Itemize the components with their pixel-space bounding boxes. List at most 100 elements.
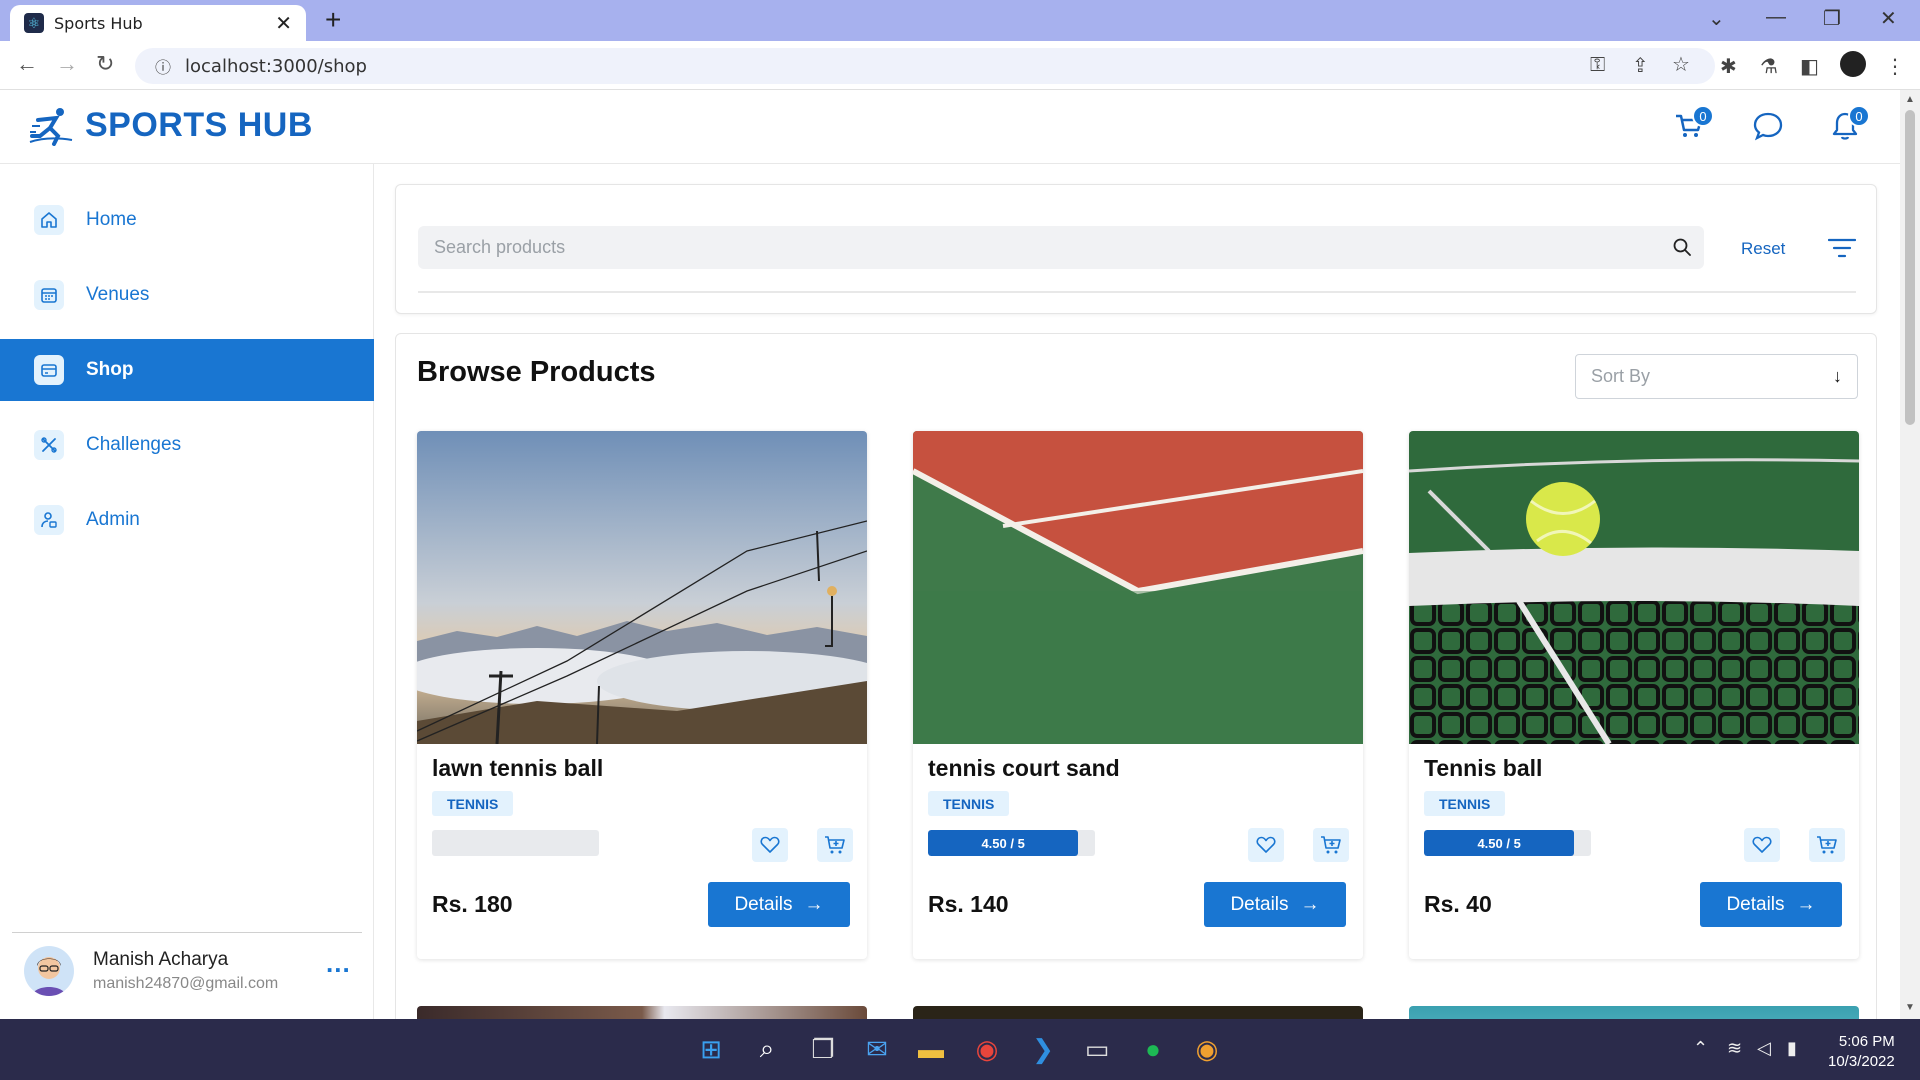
category-tag: TENNIS [1424,791,1506,816]
divider [418,291,1856,293]
wishlist-button[interactable] [1744,828,1780,862]
forward-icon[interactable]: → [56,51,78,77]
sidebar-item-admin[interactable]: Admin [0,489,374,551]
product-card: tennis court sand TENNIS 4.50 / 5 Rs. 14… [913,431,1363,959]
address-bar[interactable]: ⓘ localhost:3000/shop [135,48,1715,84]
taskbar-clock[interactable]: 5:06 PM 10/3/2022 [1828,1032,1895,1072]
rating-bar: 4.50 / 5 [1424,830,1591,856]
extensions-icon[interactable]: ✱ [1720,54,1737,79]
site-info-icon[interactable]: ⓘ [155,54,171,78]
battery-icon[interactable]: ▮ [1787,1038,1797,1059]
app-header: SPORTS HUB 0 0 [0,90,1900,164]
close-tab-icon[interactable]: ✕ [275,11,292,36]
bookmark-star-icon[interactable]: ☆ [1672,52,1690,77]
product-name[interactable]: tennis court sand [928,755,1120,782]
product-name[interactable]: lawn tennis ball [432,755,603,782]
back-icon[interactable]: ← [16,51,38,77]
close-window-icon[interactable]: ✕ [1880,6,1897,31]
vscode-icon[interactable]: ❯ [1026,1032,1060,1066]
minimize-icon[interactable]: — [1766,6,1786,29]
wifi-icon[interactable]: ≋ [1727,1038,1742,1059]
user-more-button[interactable]: ... [326,948,351,979]
search-box [418,226,1704,269]
reset-button[interactable]: Reset [1741,239,1785,259]
product-price: Rs. 40 [1424,891,1492,917]
product-price: Rs. 180 [432,891,513,917]
os-taskbar: ⊞ ⌕ ❐ ✉ ▬ ◉ ❯ ▭ ● ◉ ⌃ ≋ ◁ ▮ 5:06 PM 10/3… [0,1019,1920,1080]
sort-select[interactable]: Sort By ↓ [1575,354,1858,399]
new-tab-icon[interactable]: + [325,4,341,36]
add-to-cart-button[interactable] [1313,828,1349,862]
add-to-cart-button[interactable] [817,828,853,862]
browser-tab[interactable]: ⚛ Sports Hub ✕ [10,5,306,41]
file-explorer-icon[interactable]: ▬ [914,1032,948,1066]
volume-icon[interactable]: ◁ [1757,1038,1771,1059]
heart-icon [1752,836,1772,853]
mail-icon[interactable]: ✉ [860,1032,894,1066]
password-key-icon[interactable]: ⚿ [1590,54,1605,77]
details-button[interactable]: Details → [708,882,850,927]
cart-plus-icon [825,836,845,854]
details-button[interactable]: Details → [1204,882,1346,927]
avatar[interactable] [24,946,74,996]
rating-bar [432,830,599,856]
category-tag: TENNIS [432,791,514,816]
product-image-tennis-court[interactable] [913,431,1363,744]
side-panel-icon[interactable]: ◧ [1800,54,1819,79]
sidebar-item-label: Challenges [86,434,182,455]
lab-flask-icon[interactable]: ⚗ [1760,54,1778,79]
chrome-icon[interactable]: ◉ [970,1032,1004,1066]
filter-icon[interactable] [1828,238,1856,258]
home-icon [34,205,64,235]
restore-icon[interactable]: ❐ [1823,6,1841,31]
add-to-cart-button[interactable] [1809,828,1845,862]
sort-placeholder: Sort By [1591,366,1651,386]
task-view-icon[interactable]: ❐ [806,1032,840,1066]
details-label: Details [734,893,793,915]
user-name: Manish Acharya [93,949,229,970]
arrow-right-icon: → [1300,893,1320,915]
search-icon[interactable]: ⌕ [750,1032,784,1066]
search-input[interactable] [418,226,1618,269]
wishlist-button[interactable] [1248,828,1284,862]
browser-tab-bar: ⚛ Sports Hub ✕ + ⌄ — ❐ ✕ [0,0,1920,41]
chrome-menu-icon[interactable]: ⋮ [1885,54,1905,79]
category-tag: TENNIS [928,791,1010,816]
wishlist-button[interactable] [752,828,788,862]
spotify-icon[interactable]: ● [1136,1032,1170,1066]
sidebar-item-home[interactable]: Home [0,189,374,251]
runner-logo-icon [29,108,73,146]
details-button[interactable]: Details → [1700,882,1842,927]
arrow-down-icon: ↓ [1833,366,1842,386]
product-image-tennis-ball-net[interactable] [1409,431,1859,744]
chat-icon[interactable] [1752,110,1784,142]
product-price: Rs. 140 [928,891,1009,917]
scroll-thumb[interactable] [1905,110,1915,425]
product-image-mountain-lift[interactable] [417,431,867,744]
profile-avatar-icon[interactable] [1840,51,1866,77]
scroll-down-icon[interactable]: ▼ [1905,1002,1915,1013]
product-name[interactable]: Tennis ball [1424,755,1542,782]
product-card: Tennis ball TENNIS 4.50 / 5 Rs. 40 Detai… [1409,431,1859,959]
sidebar-item-venues[interactable]: Venues [0,264,374,326]
react-favicon-icon: ⚛ [24,13,44,33]
reload-icon[interactable]: ↻ [96,51,114,77]
clock-date: 10/3/2022 [1828,1053,1895,1070]
sidebar-item-challenges[interactable]: Challenges [0,414,374,476]
details-label: Details [1726,893,1785,915]
clock-time: 5:06 PM [1838,1033,1895,1050]
logo-text[interactable]: SPORTS HUB [85,106,313,145]
arrow-right-icon: → [804,893,824,915]
cart-count-badge: 0 [1692,105,1714,127]
card-icon [34,355,64,385]
tab-search-icon[interactable]: ⌄ [1708,6,1725,31]
windows-start-icon[interactable]: ⊞ [694,1032,728,1066]
search-icon[interactable] [1672,237,1692,257]
sidebar-item-shop[interactable]: Shop [0,339,374,401]
terminal-icon[interactable]: ▭ [1080,1032,1114,1066]
page-scrollbar[interactable]: ▲ ▼ [1900,90,1920,1019]
scroll-up-icon[interactable]: ▲ [1905,94,1915,105]
share-icon[interactable]: ⇪ [1632,53,1649,78]
tray-chevron-icon[interactable]: ⌃ [1693,1038,1708,1059]
chrome-dev-icon[interactable]: ◉ [1190,1032,1224,1066]
